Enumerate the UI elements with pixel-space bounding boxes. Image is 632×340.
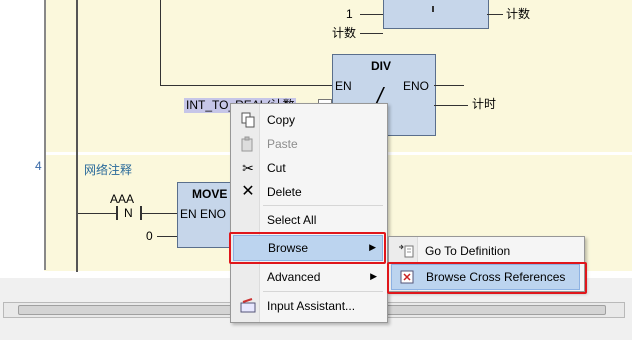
menu-item-input-assistant[interactable]: Input Assistant... (233, 294, 383, 318)
annotation-highlight-cross-references (387, 262, 587, 294)
menu-item-advanced[interactable]: Advanced ▶ (233, 265, 383, 289)
menu-item-label: Copy (267, 113, 296, 127)
negated-contact[interactable]: N (116, 206, 142, 220)
menu-item-select-all[interactable]: Select All (233, 208, 383, 232)
counter-input-label[interactable]: 计数 (332, 27, 356, 40)
copy-icon (240, 112, 256, 128)
menu-item-label: Select All (267, 213, 317, 227)
menu-item-label: Paste (267, 137, 298, 151)
move-en-pin: EN (180, 207, 197, 221)
menu-separator (263, 205, 383, 206)
network-number: 4 (35, 159, 42, 173)
rung-wire (160, 85, 332, 86)
go-to-definition-icon (398, 243, 414, 259)
left-power-rail (76, 0, 78, 272)
menu-item-label: Cut (267, 161, 286, 175)
block-top-mark (432, 6, 434, 12)
move-block-title: MOVE (192, 187, 228, 201)
div-en-pin: EN (335, 79, 352, 93)
menu-item-label: Delete (267, 185, 302, 199)
context-menu: Copy Paste ✂ Cut ✕ Delete Select All Bro… (230, 103, 388, 323)
counter-output-label[interactable]: 计数 (506, 8, 530, 21)
wire (487, 14, 503, 15)
menu-item-copy[interactable]: Copy (233, 108, 383, 132)
menu-item-label: Input Assistant... (267, 299, 356, 313)
div-eno-pin: ENO (403, 79, 430, 93)
timer-output-label[interactable]: 计时 (472, 98, 496, 111)
annotation-highlight-browse (229, 232, 386, 264)
network-comment[interactable]: 网络注释 (84, 164, 132, 177)
delete-icon: ✕ (241, 183, 255, 200)
rung-wire (142, 213, 177, 214)
wire (360, 33, 383, 34)
menu-item-cut[interactable]: ✂ Cut (233, 156, 383, 180)
wire (157, 236, 177, 237)
menu-item-label: Go To Definition (425, 244, 511, 258)
contact-name-label[interactable]: AAA (110, 193, 134, 206)
cut-icon: ✂ (242, 160, 254, 176)
contact-symbol: N (124, 206, 133, 220)
network-margin-line (44, 0, 46, 270)
submenu-arrow-icon: ▶ (370, 271, 377, 281)
rung-wire (78, 213, 116, 214)
div-block-title: DIV (371, 59, 392, 73)
menu-separator (263, 291, 383, 292)
menu-item-delete[interactable]: ✕ Delete (233, 180, 383, 204)
wire (360, 14, 383, 15)
menu-item-label: Advanced (267, 270, 321, 284)
move-eno-pin: ENO (200, 207, 227, 221)
const-zero-label[interactable]: 0 (146, 230, 153, 243)
rung-wire (160, 0, 161, 85)
paste-icon (240, 136, 256, 152)
menu-item-go-to-definition[interactable]: Go To Definition (391, 239, 580, 263)
function-block-top[interactable] (383, 0, 489, 29)
move-function-block[interactable]: MOVE EN ENO (177, 182, 237, 248)
menu-item-paste[interactable]: Paste (233, 132, 383, 156)
eno-wire (434, 85, 464, 86)
output-wire (434, 105, 468, 106)
input-assistant-icon (240, 298, 256, 314)
const-one-label[interactable]: 1 (346, 8, 353, 21)
